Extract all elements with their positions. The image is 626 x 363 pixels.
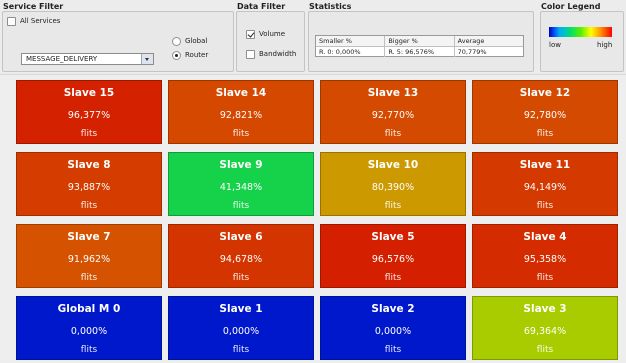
router-node-cell[interactable]: Slave 3 69,364% flits xyxy=(472,296,618,360)
router-node-cell[interactable]: Slave 11 94,149% flits xyxy=(472,152,618,216)
scope-radio-router[interactable] xyxy=(172,51,181,60)
statistics-header-row: Smaller % Bigger % Average xyxy=(316,36,523,47)
router-node-cell[interactable]: Global M 0 0,000% flits xyxy=(16,296,162,360)
all-services-checkbox[interactable] xyxy=(7,17,16,26)
service-filter-title: Service Filter xyxy=(3,2,64,11)
router-node-cell[interactable]: Slave 4 95,358% flits xyxy=(472,224,618,288)
legend-high-label: high xyxy=(597,41,613,49)
node-unit: flits xyxy=(232,129,250,139)
node-unit: flits xyxy=(232,345,250,355)
node-name: Slave 7 xyxy=(67,231,111,243)
router-node-cell[interactable]: Slave 15 96,377% flits xyxy=(16,80,162,144)
bandwidth-label: Bandwidth xyxy=(259,50,297,58)
service-select[interactable]: MESSAGE_DELIVERY xyxy=(21,53,154,65)
node-value: 92,770% xyxy=(371,110,415,121)
node-value: 93,887% xyxy=(67,182,111,193)
statistics-cell: R. 5: 96,576% xyxy=(385,47,455,57)
node-value: 95,358% xyxy=(523,254,567,265)
router-node-cell[interactable]: Slave 13 92,770% flits xyxy=(320,80,466,144)
statistics-column-header: Smaller % xyxy=(316,36,386,46)
volume-label: Volume xyxy=(259,30,286,38)
node-value: 0,000% xyxy=(222,326,260,337)
node-unit: flits xyxy=(232,273,250,283)
node-name: Global M 0 xyxy=(57,303,121,315)
node-unit: flits xyxy=(536,201,554,211)
node-value: 91,962% xyxy=(67,254,111,265)
router-node-cell[interactable]: Slave 12 92,780% flits xyxy=(472,80,618,144)
router-node-cell[interactable]: Slave 8 93,887% flits xyxy=(16,152,162,216)
statistics-column-header: Average xyxy=(457,37,485,45)
node-name: Slave 4 xyxy=(523,231,567,243)
statistics-table: Smaller % Bigger % Average R. 0: 0,000% … xyxy=(315,35,524,57)
data-filter-title: Data Filter xyxy=(237,2,286,11)
node-name: Slave 12 xyxy=(519,87,571,99)
node-value: 69,364% xyxy=(523,326,567,337)
service-select-value: MESSAGE_DELIVERY xyxy=(26,55,98,63)
router-node-cell[interactable]: Slave 14 92,821% flits xyxy=(168,80,314,144)
node-value: 96,377% xyxy=(67,110,111,121)
node-unit: flits xyxy=(80,201,98,211)
node-name: Slave 6 xyxy=(219,231,263,243)
router-node-cell[interactable]: Slave 9 41,348% flits xyxy=(168,152,314,216)
node-name: Slave 11 xyxy=(519,159,571,171)
node-unit: flits xyxy=(384,345,402,355)
node-name: Slave 14 xyxy=(215,87,267,99)
node-value: 94,678% xyxy=(219,254,263,265)
statistics-column-header: Bigger % xyxy=(385,36,455,46)
color-legend-title: Color Legend xyxy=(541,2,601,11)
node-unit: flits xyxy=(536,345,554,355)
router-node-cell[interactable]: Slave 6 94,678% flits xyxy=(168,224,314,288)
node-value: 92,821% xyxy=(219,110,263,121)
node-value: 0,000% xyxy=(70,326,108,337)
node-name: Slave 10 xyxy=(367,159,419,171)
node-unit: flits xyxy=(384,129,402,139)
all-services-label: All Services xyxy=(20,17,61,25)
node-unit: flits xyxy=(384,273,402,283)
filter-toolbar: Service Filter All Services MESSAGE_DELI… xyxy=(0,0,626,75)
node-name: Slave 13 xyxy=(367,87,419,99)
node-unit: flits xyxy=(232,201,250,211)
legend-low-label: low xyxy=(549,41,561,49)
color-gradient-bar xyxy=(549,27,612,37)
node-value: 41,348% xyxy=(219,182,263,193)
node-value: 96,576% xyxy=(371,254,415,265)
statistics-cell: R. 0: 0,000% xyxy=(316,47,386,57)
statistics-title: Statistics xyxy=(309,2,352,11)
node-name: Slave 9 xyxy=(219,159,263,171)
node-unit: flits xyxy=(80,129,98,139)
node-unit: flits xyxy=(536,129,554,139)
router-node-cell[interactable]: Slave 2 0,000% flits xyxy=(320,296,466,360)
node-value: 0,000% xyxy=(374,326,412,337)
node-unit: flits xyxy=(80,273,98,283)
statistics-cell: 70,779% xyxy=(457,48,487,56)
scope-label-router: Router xyxy=(185,51,209,59)
scope-radio-global[interactable] xyxy=(172,37,181,46)
node-value: 92,780% xyxy=(523,110,567,121)
volume-checkbox[interactable] xyxy=(246,30,255,39)
node-name: Slave 2 xyxy=(371,303,415,315)
node-value: 80,390% xyxy=(371,182,415,193)
router-heatmap-grid: Slave 15 96,377% flits Slave 14 92,821% flits… xyxy=(16,80,622,363)
router-node-cell[interactable]: Slave 5 96,576% flits xyxy=(320,224,466,288)
node-unit: flits xyxy=(80,345,98,355)
router-node-cell[interactable]: Slave 1 0,000% flits xyxy=(168,296,314,360)
scope-label-global: Global xyxy=(185,37,208,45)
node-unit: flits xyxy=(384,201,402,211)
chevron-down-icon[interactable] xyxy=(141,54,153,64)
noc-monitor-window: Service Filter All Services MESSAGE_DELI… xyxy=(0,0,626,363)
router-node-cell[interactable]: Slave 10 80,390% flits xyxy=(320,152,466,216)
node-name: Slave 15 xyxy=(63,87,115,99)
bandwidth-checkbox[interactable] xyxy=(246,50,255,59)
data-filter-panel xyxy=(236,11,305,72)
node-name: Slave 5 xyxy=(371,231,415,243)
node-name: Slave 3 xyxy=(523,303,567,315)
node-value: 94,149% xyxy=(523,182,567,193)
statistics-data-row: R. 0: 0,000% R. 5: 96,576% 70,779% xyxy=(316,47,523,57)
node-name: Slave 8 xyxy=(67,159,111,171)
node-name: Slave 1 xyxy=(219,303,263,315)
router-node-cell[interactable]: Slave 7 91,962% flits xyxy=(16,224,162,288)
node-unit: flits xyxy=(536,273,554,283)
